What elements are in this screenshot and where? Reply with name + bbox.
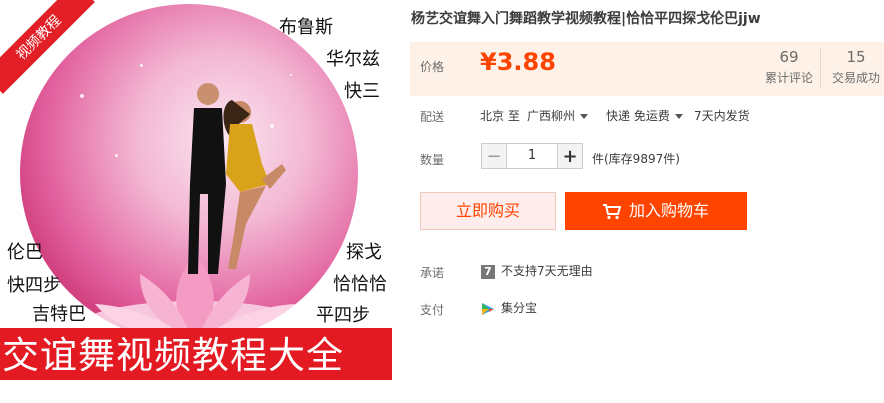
stat-divider <box>820 48 821 88</box>
seven-day-icon: 7 <box>481 264 495 279</box>
reviews-stat[interactable]: 69 累计评论 <box>757 48 821 86</box>
chevron-down-icon <box>674 114 683 119</box>
promise-label: 承诺 <box>420 266 445 280</box>
payment-label: 支付 <box>420 303 445 317</box>
reviews-label: 累计评论 <box>764 71 813 85</box>
dispatch-time: 7天内发货 <box>694 109 750 123</box>
image-banner-text: 交谊舞视频教程大全 <box>0 328 392 380</box>
reviews-count: 69 <box>779 48 799 66</box>
chevron-down-icon <box>580 114 589 119</box>
trades-stat: 15 交易成功 <box>824 48 884 86</box>
price-panel: 价格 ¥3.88 69 累计评论 15 交易成功 <box>410 42 884 96</box>
payment-method[interactable]: 集分宝 <box>481 299 537 316</box>
ship-method-select[interactable]: 快递 免运费 <box>606 107 683 124</box>
quantity-label: 数量 <box>420 153 445 167</box>
promise-text: 不支持7天无理由 <box>501 264 593 278</box>
ship-from: 北京 至 <box>480 109 520 123</box>
price-value: ¥3.88 <box>480 48 556 76</box>
payment-text: 集分宝 <box>501 301 538 315</box>
dance-label-blues: 布鲁斯 <box>279 17 333 38</box>
dance-label-quickstep: 快四步 <box>7 275 61 296</box>
dance-label-rumba: 伦巴 <box>7 242 43 263</box>
buy-now-button[interactable]: 立即购买 <box>420 192 556 230</box>
pink-circle-backdrop <box>20 4 358 342</box>
dance-label-jive: 吉特巴 <box>32 304 86 325</box>
stock-info: 件(库存9897件) <box>592 152 680 166</box>
quantity-input[interactable]: 1 <box>507 143 557 169</box>
shopping-cart-icon <box>602 203 621 219</box>
dancing-couple-illustration <box>188 83 286 274</box>
product-title: 杨艺交谊舞入门舞蹈教学视频教程|恰恰平四探戈伦巴jjw <box>411 11 761 27</box>
promise-info: 7 不支持7天无理由 <box>481 262 593 279</box>
trades-count: 15 <box>846 48 866 66</box>
ship-method-text: 快递 免运费 <box>606 109 670 123</box>
add-to-cart-label: 加入购物车 <box>628 201 709 220</box>
quantity-decrease-button[interactable]: − <box>481 143 507 169</box>
jifenbao-icon <box>482 302 494 315</box>
quantity-increase-button[interactable]: + <box>557 143 583 169</box>
dance-label-waltz: 华尔兹 <box>326 49 380 70</box>
ship-destination-text: 广西柳州 <box>527 109 576 123</box>
trades-label: 交易成功 <box>831 71 880 85</box>
price-label: 价格 <box>420 60 445 74</box>
dance-label-flat-four: 平四步 <box>316 305 370 326</box>
dance-label-chacha: 恰恰恰 <box>333 274 387 295</box>
dance-label-tango: 探戈 <box>346 242 382 263</box>
product-main-image: 视频教程 布鲁斯 华尔兹 快三 伦巴 快四步 吉特巴 探戈 恰恰恰 平四步 交谊… <box>0 0 392 403</box>
shipping-label: 配送 <box>420 110 445 124</box>
dance-label-quick-three: 快三 <box>344 81 380 102</box>
ship-destination-select[interactable]: 广西柳州 <box>527 107 589 124</box>
add-to-cart-button[interactable]: 加入购物车 <box>565 192 747 230</box>
